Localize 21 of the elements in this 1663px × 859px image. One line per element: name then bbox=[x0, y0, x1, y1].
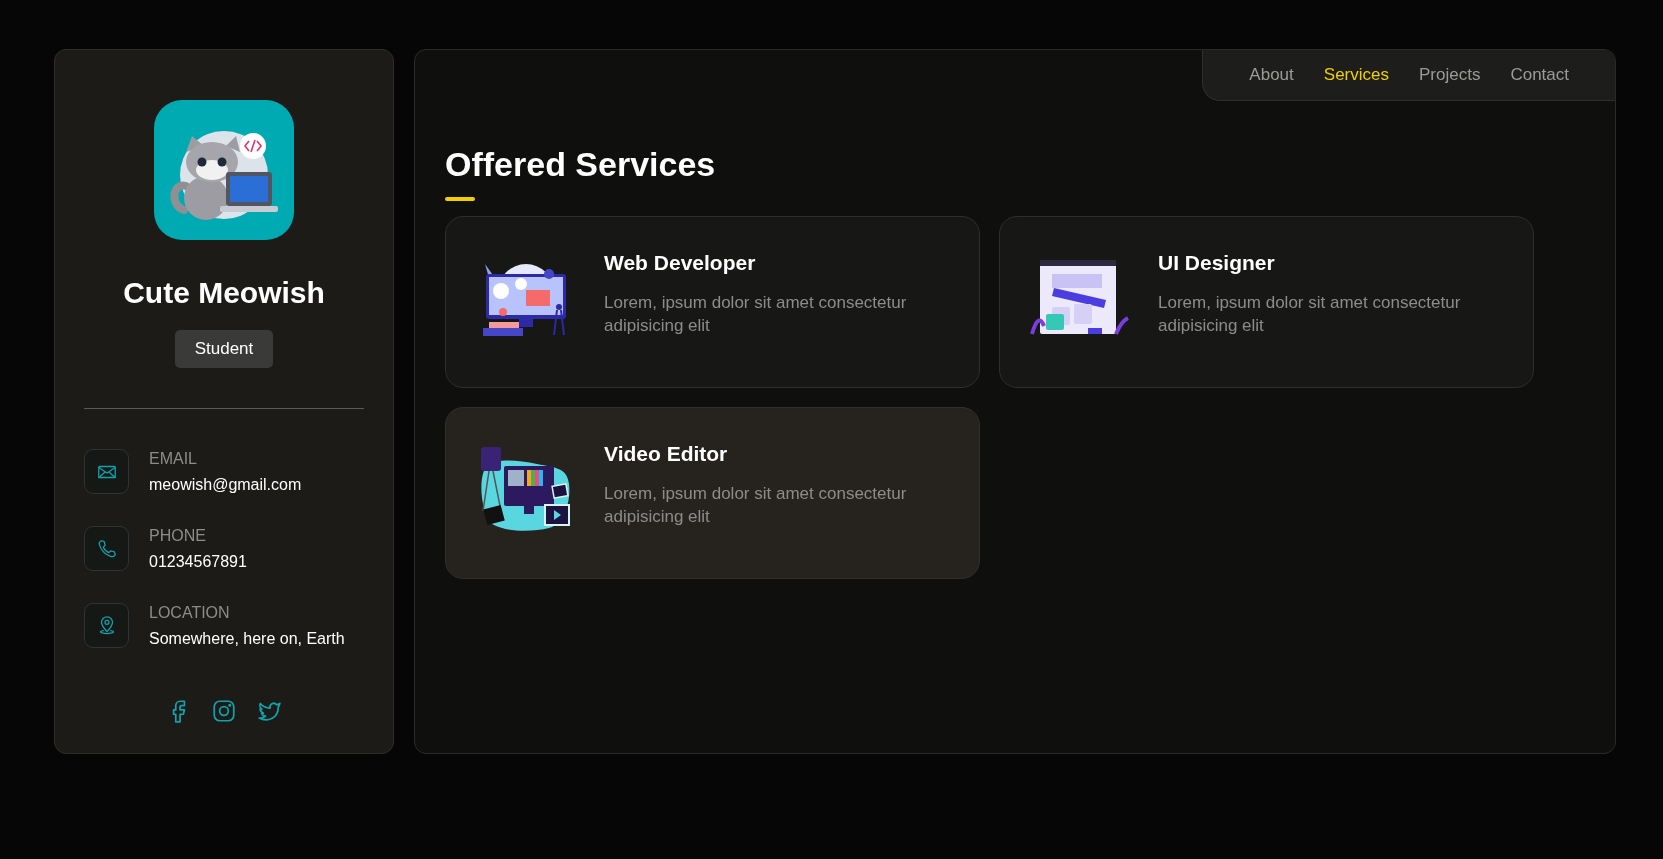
nav-link[interactable]: About bbox=[1249, 62, 1294, 88]
instagram-icon[interactable] bbox=[211, 697, 237, 724]
contact-label: PHONE bbox=[149, 525, 207, 546]
nav-link[interactable]: Contact bbox=[1510, 62, 1569, 88]
service-title: Video Editor bbox=[604, 441, 729, 467]
service-description: Lorem, ipsum dolor sit amet consectetur adipisicing elit bbox=[1158, 291, 1462, 337]
nav-link[interactable]: Services bbox=[1323, 62, 1389, 88]
contact-value: Somewhere, here on, Earth bbox=[149, 628, 345, 649]
service-title: UI Designer bbox=[1158, 250, 1276, 276]
service-title: Web Developer bbox=[604, 250, 757, 276]
contact-label: EMAIL bbox=[149, 448, 198, 469]
contact-label: LOCATION bbox=[149, 602, 231, 623]
title-underline bbox=[445, 197, 475, 201]
service-description: Lorem, ipsum dolor sit amet consectetur adipisicing elit bbox=[604, 482, 908, 528]
nav-link[interactable]: Projects bbox=[1419, 62, 1481, 88]
section-title: Offered Services bbox=[445, 147, 717, 181]
role-badge: Student bbox=[174, 330, 274, 368]
contact-value: 01234567891 bbox=[149, 551, 247, 572]
contact-value: meowish@gmail.com bbox=[149, 474, 302, 495]
service-description: Lorem, ipsum dolor sit amet consectetur adipisicing elit bbox=[604, 291, 908, 337]
profile-name: Cute Meowish bbox=[123, 278, 325, 308]
